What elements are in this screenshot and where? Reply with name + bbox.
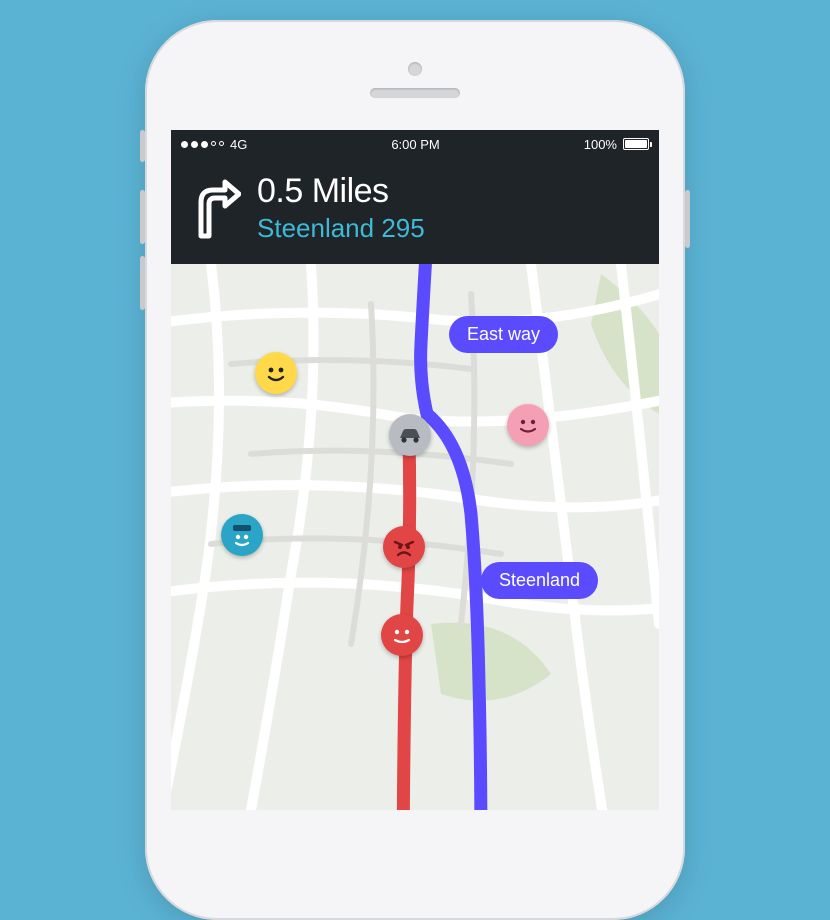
signal-dots-icon xyxy=(181,141,224,148)
phone-volume-up xyxy=(140,190,145,244)
navigation-banner[interactable]: 0.5 Miles Steenland 295 xyxy=(171,158,659,264)
road-label-eastway[interactable]: East way xyxy=(449,316,558,353)
wazer-red-icon[interactable] xyxy=(381,614,423,656)
nav-distance: 0.5 Miles xyxy=(257,172,425,211)
phone-mute-switch xyxy=(140,130,145,162)
phone-volume-down xyxy=(140,256,145,310)
wazer-angry-icon[interactable] xyxy=(383,526,425,568)
map-view[interactable]: East way Steenland xyxy=(171,264,659,810)
wazer-yellow-icon[interactable] xyxy=(255,352,297,394)
battery-icon xyxy=(623,138,649,150)
wazer-car-icon[interactable] xyxy=(389,414,431,456)
status-time: 6:00 PM xyxy=(391,137,439,152)
status-bar: 4G 6:00 PM 100% xyxy=(171,130,659,158)
wazer-pink-icon[interactable] xyxy=(507,404,549,446)
carrier-label: 4G xyxy=(230,137,247,152)
turn-right-icon xyxy=(185,176,241,240)
nav-road-name: Steenland 295 xyxy=(257,213,425,244)
battery-percent: 100% xyxy=(584,137,617,152)
road-label-steenland[interactable]: Steenland xyxy=(481,562,598,599)
phone-power-button xyxy=(685,190,690,248)
phone-camera xyxy=(408,62,422,76)
wazer-police-icon[interactable] xyxy=(221,514,263,556)
phone-frame: 4G 6:00 PM 100% 0.5 Miles Steenland 295 xyxy=(145,20,685,920)
phone-screen: 4G 6:00 PM 100% 0.5 Miles Steenland 295 xyxy=(171,130,659,810)
phone-speaker xyxy=(370,88,460,98)
